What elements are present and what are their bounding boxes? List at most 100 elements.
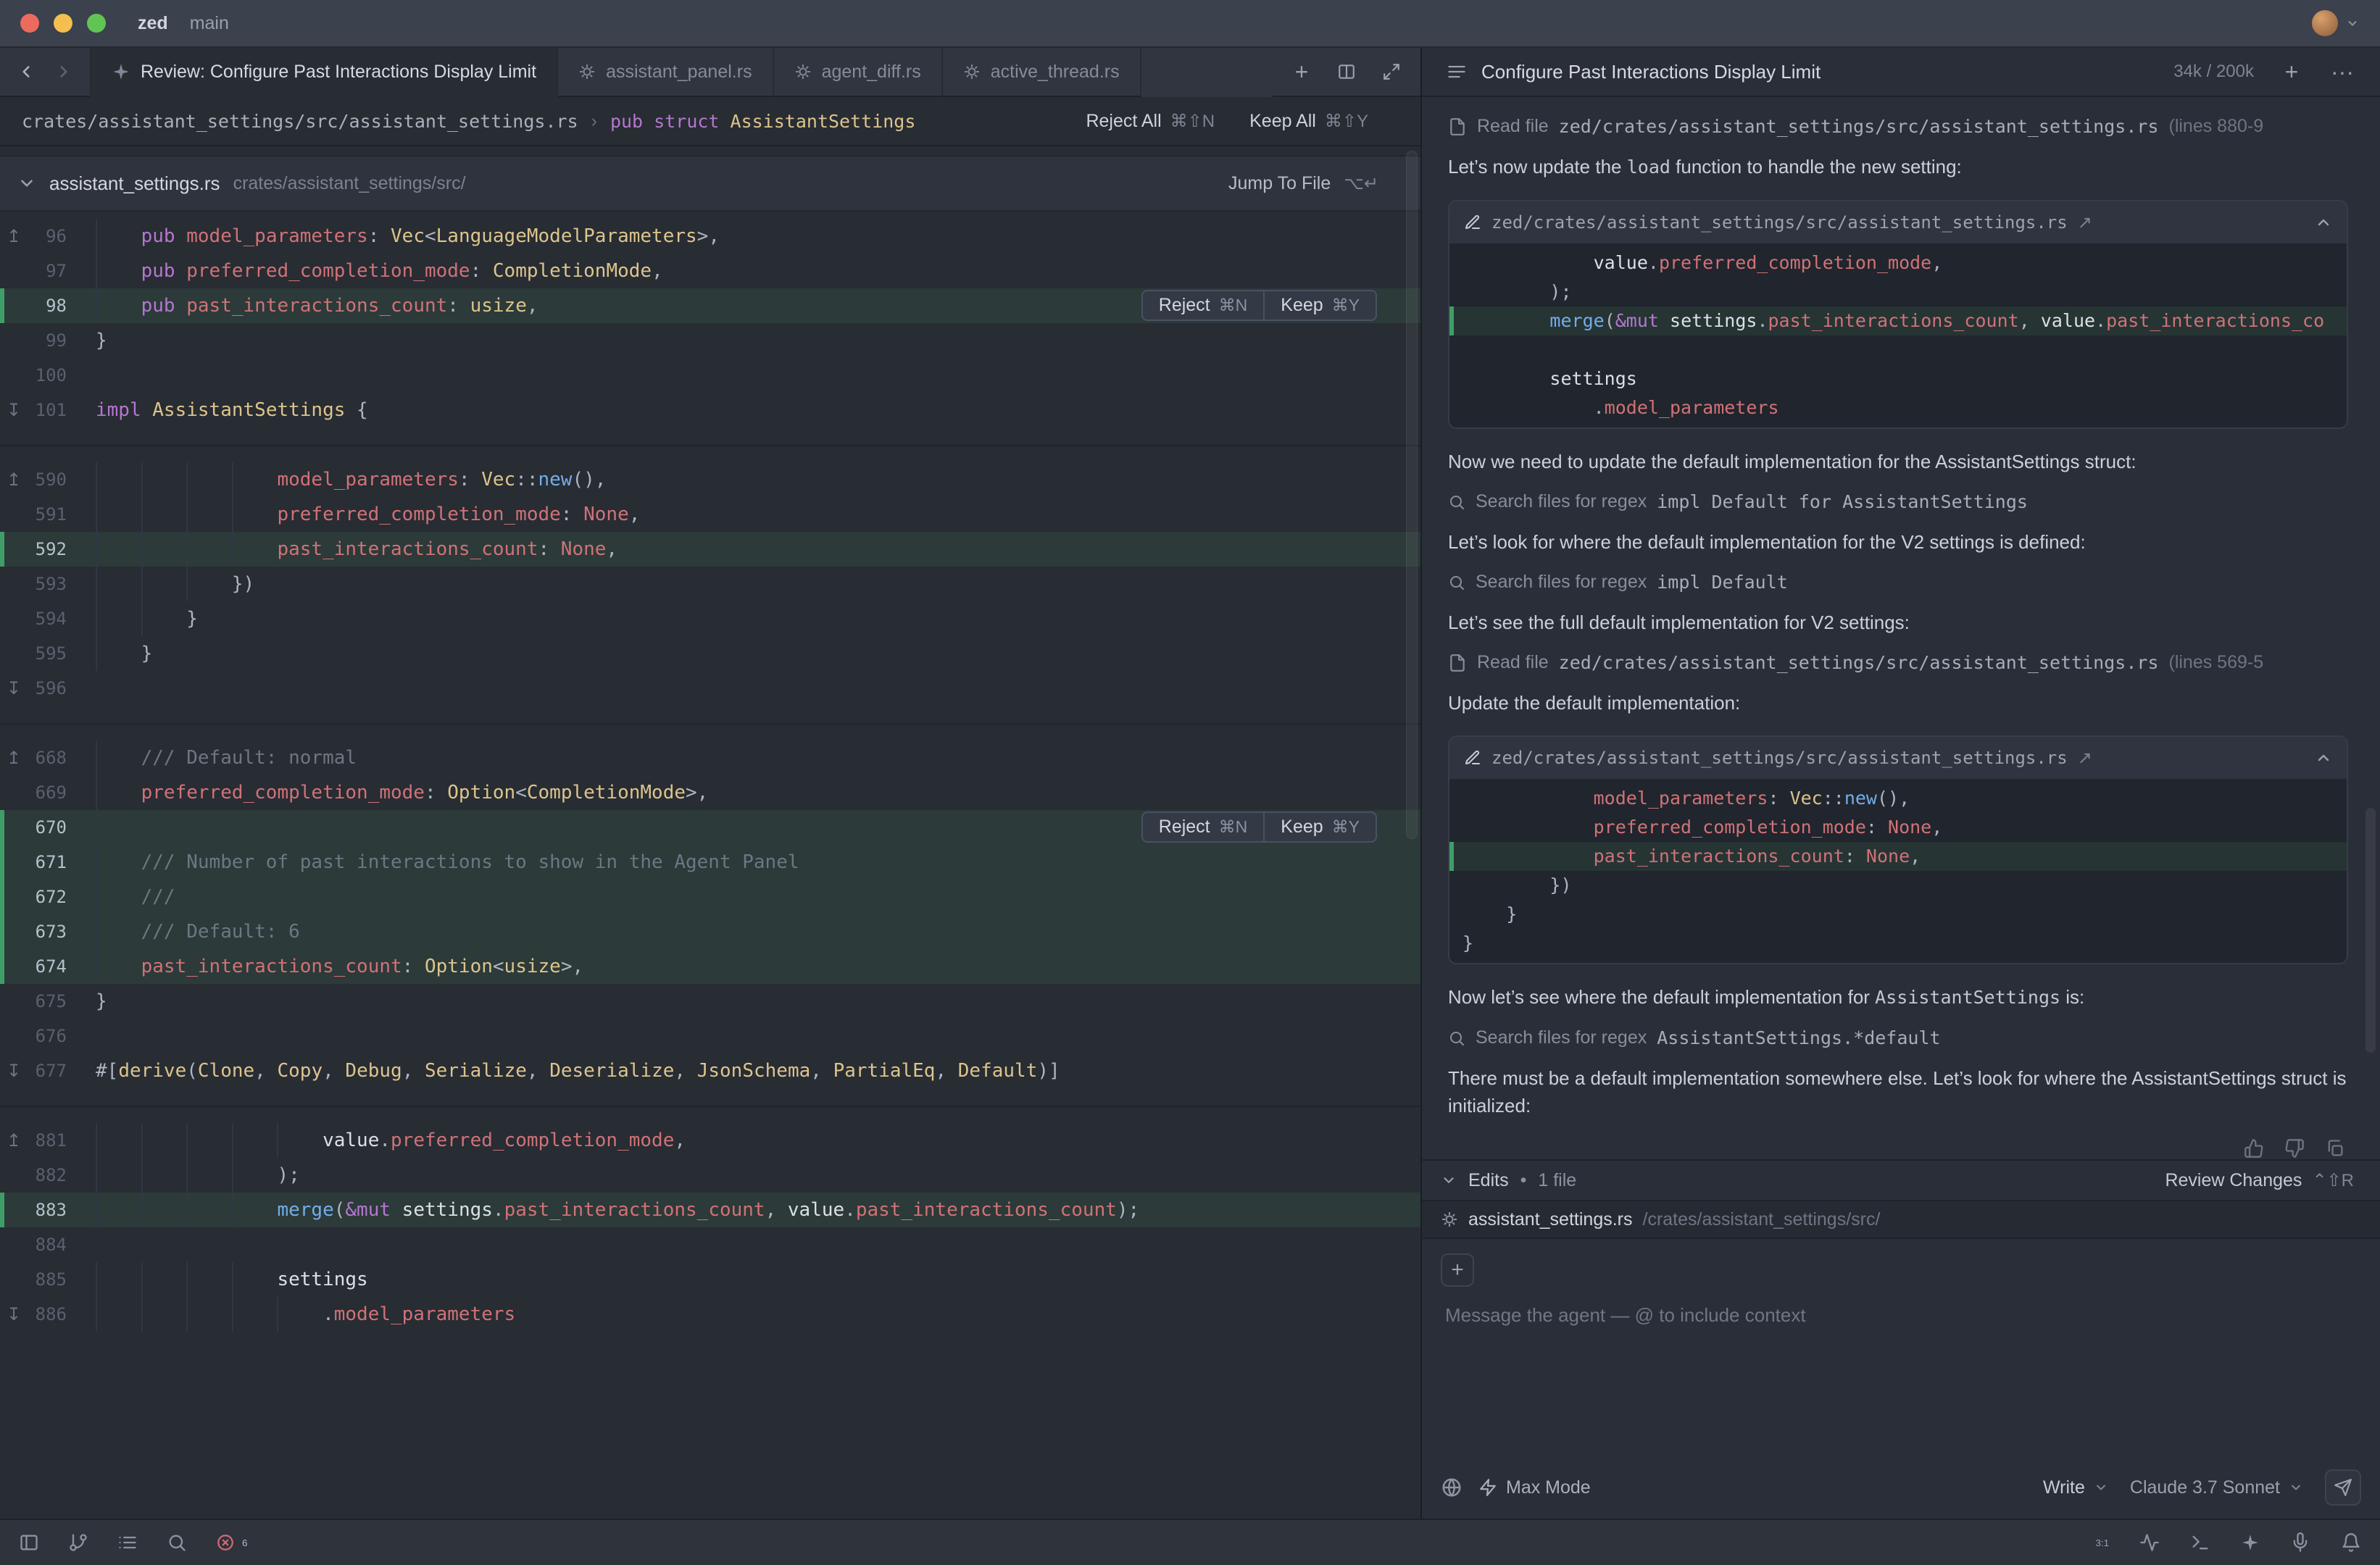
keep-hunk-button[interactable]: Keep⌘Y	[1263, 813, 1376, 841]
more-options-button[interactable]: ···	[2323, 53, 2361, 91]
send-button[interactable]	[2325, 1469, 2361, 1506]
edited-file-row[interactable]: assistant_settings.rs /crates/assistant_…	[1422, 1200, 2380, 1238]
thread-scroll-area[interactable]: Read file zed/crates/assistant_settings/…	[1422, 97, 2380, 1159]
multibuffer-editor[interactable]: assistant_settings.rs crates/assistant_s…	[0, 146, 1420, 1519]
code-line: }	[1449, 929, 2347, 958]
add-context-button[interactable]: +	[1441, 1253, 1474, 1287]
edit-prediction-toggle[interactable]	[2139, 1532, 2160, 1553]
code-line: 98 pub past_interactions_count: usize,Re…	[0, 288, 1420, 323]
tab-assistant-panel[interactable]: assistant_panel.rs	[558, 48, 774, 97]
tool-call-read-file[interactable]: Read file zed/crates/assistant_settings/…	[1448, 116, 2348, 137]
tool-call-search[interactable]: Search files for regex impl Default for …	[1448, 491, 2348, 512]
notifications-toggle[interactable]	[2341, 1532, 2361, 1553]
max-mode-toggle[interactable]: Max Mode	[1478, 1477, 1591, 1498]
edit-diff-card-header[interactable]: zed/crates/assistant_settings/src/assist…	[1449, 201, 2347, 243]
review-changes-button[interactable]: Review Changes ⌃⇧R	[2165, 1170, 2354, 1191]
expand-excerpt-button[interactable]: ↧	[0, 400, 28, 421]
assistant-message: There must be a default implementation s…	[1448, 1064, 2348, 1119]
expand-excerpt-button[interactable]: ↥	[0, 226, 28, 247]
message-input[interactable]: Message the agent — @ to include context	[1445, 1304, 2361, 1327]
new-thread-button[interactable]: +	[2273, 53, 2310, 91]
expand-excerpt-button[interactable]: ↧	[0, 678, 28, 699]
reject-hunk-button[interactable]: Reject⌘N	[1143, 813, 1264, 841]
collapse-edits-button[interactable]	[1441, 1172, 1457, 1188]
split-pane-button[interactable]	[1328, 53, 1365, 91]
diagnostics-button[interactable]: 6	[216, 1533, 247, 1552]
keep-hunk-button[interactable]: Keep⌘Y	[1263, 291, 1376, 320]
user-menu-chevron-icon[interactable]	[2345, 16, 2360, 30]
line-number: 883	[28, 1200, 67, 1220]
hunk-review-controls: Reject⌘NKeep⌘Y	[1141, 290, 1377, 321]
open-file-link[interactable]: ↗	[2078, 748, 2092, 769]
line-number: 670	[28, 817, 67, 838]
status-bar: 6 3:1	[0, 1519, 2380, 1565]
tool-call-search[interactable]: Search files for regex impl Default	[1448, 572, 2348, 593]
code-excerpt: ↥668 /// Default: normal669 preferred_co…	[0, 740, 1420, 1088]
thumbs-up-button[interactable]	[2244, 1138, 2264, 1159]
edits-header: Edits • 1 file Review Changes ⌃⇧R	[1422, 1161, 2380, 1200]
expand-excerpt-button[interactable]: ↥	[0, 748, 28, 769]
collapse-card-button[interactable]	[2315, 214, 2332, 231]
assistant-message: Now we need to update the default implem…	[1448, 448, 2348, 475]
model-selector[interactable]: Claude 3.7 Sonnet	[2130, 1477, 2303, 1498]
zoom-pane-button[interactable]	[1373, 53, 1410, 91]
terminal-panel-toggle[interactable]	[2190, 1532, 2210, 1553]
code-line: ↧886 .model_parameters	[0, 1297, 1420, 1332]
new-tab-button[interactable]: +	[1283, 53, 1320, 91]
collapse-excerpt-icon[interactable]	[17, 174, 36, 193]
copy-message-button[interactable]	[2325, 1138, 2345, 1159]
navigate-back-button[interactable]	[9, 54, 43, 89]
tool-call-read-file[interactable]: Read file zed/crates/assistant_settings/…	[1448, 652, 2348, 673]
agent-panel-toggle[interactable]	[2241, 1533, 2260, 1552]
line-number: 101	[28, 400, 67, 420]
close-button[interactable]	[20, 14, 39, 33]
assistant-message: Let’s see the full default implementatio…	[1448, 609, 2348, 636]
jump-to-file-button[interactable]: Jump To File ⌥↵	[1228, 173, 1378, 194]
collapse-card-button[interactable]	[2315, 749, 2332, 767]
rust-file-icon	[963, 63, 981, 80]
search-icon	[1448, 1030, 1465, 1047]
git-branch-label[interactable]: main	[190, 13, 229, 34]
open-file-link[interactable]: ↗	[2078, 212, 2092, 233]
edit-diff-card-header[interactable]: zed/crates/assistant_settings/src/assist…	[1449, 737, 2347, 779]
line-number: 675	[28, 991, 67, 1011]
excerpt-divider	[0, 1088, 1420, 1123]
tab-active-thread[interactable]: active_thread.rs	[943, 48, 1141, 97]
editor-scrollbar[interactable]	[1406, 151, 1418, 839]
mic-toggle[interactable]	[2290, 1532, 2310, 1553]
project-panel-toggle[interactable]	[19, 1532, 39, 1553]
cursor-position[interactable]: 3:1	[2095, 1537, 2109, 1548]
expand-excerpt-button[interactable]: ↧	[0, 1304, 28, 1325]
keep-all-button[interactable]: Keep All⌘⇧Y	[1249, 111, 1368, 132]
line-number: 669	[28, 783, 67, 803]
navigate-forward-button[interactable]	[46, 54, 81, 89]
breadcrumb[interactable]: crates/assistant_settings/src/assistant_…	[0, 97, 1420, 146]
search-panel-toggle[interactable]	[167, 1532, 187, 1553]
user-avatar[interactable]	[2312, 10, 2338, 36]
reject-all-button[interactable]: Reject All⌘⇧N	[1086, 111, 1215, 132]
code-line: 669 preferred_completion_mode: Option<Co…	[0, 775, 1420, 810]
project-name[interactable]: zed	[138, 13, 168, 34]
git-panel-toggle[interactable]	[68, 1532, 88, 1553]
tab-review[interactable]: Review: Configure Past Interactions Disp…	[90, 48, 558, 97]
thread-history-icon[interactable]	[1447, 62, 1467, 82]
excerpt-file-header[interactable]: assistant_settings.rs crates/assistant_s…	[0, 155, 1420, 212]
expand-excerpt-button[interactable]: ↥	[0, 470, 28, 491]
minimize-button[interactable]	[54, 14, 72, 33]
mode-selector[interactable]: Write	[2043, 1477, 2108, 1498]
zoom-button[interactable]	[87, 14, 106, 33]
line-number: 99	[28, 330, 67, 351]
code-line: value.preferred_completion_mode,	[1449, 249, 2347, 277]
outline-panel-toggle[interactable]	[117, 1532, 138, 1553]
reject-hunk-button[interactable]: Reject⌘N	[1143, 291, 1264, 320]
panel-scrollbar[interactable]	[2366, 808, 2376, 1053]
code-line: ↥96 pub model_parameters: Vec<LanguageMo…	[0, 219, 1420, 254]
expand-excerpt-button[interactable]: ↥	[0, 1130, 28, 1151]
code-line: merge(&mut settings.past_interactions_co…	[1449, 306, 2347, 335]
expand-excerpt-button[interactable]: ↧	[0, 1061, 28, 1082]
agent-tools-icon[interactable]	[1441, 1477, 1462, 1498]
thumbs-down-button[interactable]	[2284, 1138, 2305, 1159]
tab-agent-diff[interactable]: agent_diff.rs	[774, 48, 943, 97]
code-line: ↧677#[derive(Clone, Copy, Debug, Seriali…	[0, 1053, 1420, 1088]
tool-call-search[interactable]: Search files for regex AssistantSettings…	[1448, 1027, 2348, 1048]
